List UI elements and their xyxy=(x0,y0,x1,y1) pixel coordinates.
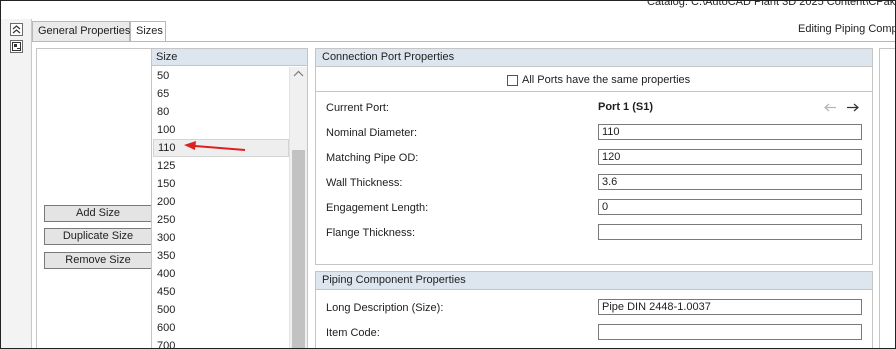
connection-port-properties-group: Connection Port Properties All Ports hav… xyxy=(315,48,873,265)
matching-pipe-od-label: Matching Pipe OD: xyxy=(326,152,419,164)
size-list-item[interactable]: 80 xyxy=(153,103,289,121)
size-list-item[interactable]: 100 xyxy=(153,121,289,139)
nominal-diameter-label: Nominal Diameter: xyxy=(326,127,418,139)
size-list-item[interactable]: 400 xyxy=(153,265,289,283)
add-size-button[interactable]: Add Size xyxy=(44,205,152,222)
wall-thickness-label: Wall Thickness: xyxy=(326,177,403,189)
tab-sizes[interactable]: Sizes xyxy=(130,21,166,42)
all-ports-checkbox[interactable] xyxy=(507,75,518,86)
current-port-label: Current Port: xyxy=(326,102,389,114)
nominal-diameter-field[interactable]: 110 xyxy=(598,124,862,140)
right-panel-edge xyxy=(879,48,895,348)
flange-thickness-field[interactable] xyxy=(598,224,862,240)
matching-pipe-od-field[interactable]: 120 xyxy=(598,149,862,165)
size-list-item[interactable]: 65 xyxy=(153,85,289,103)
all-ports-label: All Ports have the same properties xyxy=(522,74,691,86)
sizes-tab-content: Add Size Duplicate Size Remove Size Size… xyxy=(32,41,895,348)
size-list-item[interactable]: 250 xyxy=(153,211,289,229)
size-list-item[interactable]: 450 xyxy=(153,283,289,301)
engagement-length-label: Engagement Length: xyxy=(326,202,429,214)
catalog-path: Catalog: C:\AutoCAD Plant 3D 2025 Conten… xyxy=(647,0,896,8)
piping-component-properties-group: Piping Component Properties Long Descrip… xyxy=(315,271,873,348)
previous-port-icon[interactable] xyxy=(824,103,837,112)
size-list-item[interactable]: 700 xyxy=(153,337,289,348)
annotation-arrow xyxy=(184,141,246,151)
current-port-value: Port 1 (S1) xyxy=(598,101,654,113)
size-list-item[interactable]: 50 xyxy=(153,67,289,85)
size-list-header: Size xyxy=(152,49,307,66)
piping-component-title: Piping Component Properties xyxy=(316,272,872,290)
layout-icon[interactable] xyxy=(10,40,23,53)
size-list-item[interactable]: 150 xyxy=(153,175,289,193)
size-list-item[interactable]: 350 xyxy=(153,247,289,265)
item-code-field[interactable] xyxy=(598,324,862,340)
size-list-item[interactable]: 300 xyxy=(153,229,289,247)
divider xyxy=(316,91,872,92)
size-list-scrollbar[interactable] xyxy=(289,67,307,348)
wall-thickness-field[interactable]: 3.6 xyxy=(598,174,862,190)
size-list-item[interactable]: 500 xyxy=(153,301,289,319)
long-description-field[interactable]: Pipe DIN 2448-1.0037 xyxy=(598,299,862,315)
next-port-icon[interactable] xyxy=(846,103,859,112)
scroll-thumb[interactable] xyxy=(292,150,305,348)
flange-thickness-label: Flange Thickness: xyxy=(326,227,416,239)
long-description-label: Long Description (Size): xyxy=(326,302,444,314)
editing-label: Editing Piping Comp xyxy=(798,23,896,35)
left-rail xyxy=(1,19,32,348)
tab-general-properties[interactable]: General Properties xyxy=(32,21,130,41)
item-code-label: Item Code: xyxy=(326,327,380,339)
connection-port-title: Connection Port Properties xyxy=(316,49,872,67)
size-list-item[interactable]: 200 xyxy=(153,193,289,211)
scroll-up-icon[interactable] xyxy=(293,70,304,77)
size-actions-panel: Add Size Duplicate Size Remove Size xyxy=(36,48,152,348)
size-list: Size 50 65 80 100 110 125 150 200 250 30… xyxy=(151,48,308,348)
duplicate-size-button[interactable]: Duplicate Size xyxy=(44,228,152,245)
size-list-item[interactable]: 600 xyxy=(153,319,289,337)
engagement-length-field[interactable]: 0 xyxy=(598,199,862,215)
remove-size-button[interactable]: Remove Size xyxy=(44,252,152,269)
collapse-up-icon[interactable] xyxy=(10,23,23,36)
size-list-item[interactable]: 125 xyxy=(153,157,289,175)
application-frame: Catalog: C:\AutoCAD Plant 3D 2025 Conten… xyxy=(0,0,896,349)
